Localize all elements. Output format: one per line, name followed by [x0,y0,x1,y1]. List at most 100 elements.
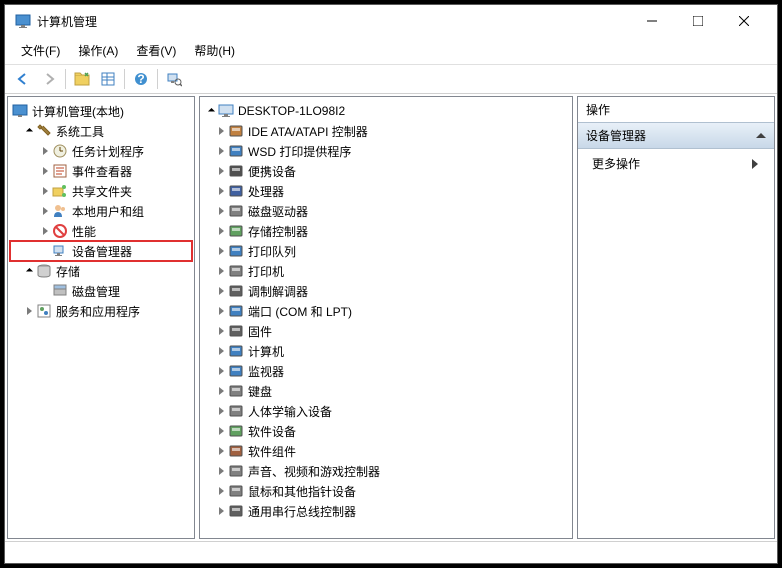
tree-item[interactable]: 性能 [10,221,192,241]
menu-view[interactable]: 查看(V) [128,39,184,62]
device-category[interactable]: 软件组件 [202,441,570,461]
device-category[interactable]: 端口 (COM 和 LPT) [202,301,570,321]
chevron-right-icon[interactable] [214,444,228,458]
chevron-right-icon[interactable] [22,304,36,318]
tree-item[interactable]: 共享文件夹 [10,181,192,201]
wrench-icon [36,123,52,139]
event-icon [52,163,68,179]
device-icon [228,243,244,259]
chevron-right-icon[interactable] [214,484,228,498]
menu-help[interactable]: 帮助(H) [186,39,243,62]
device-category[interactable]: 监视器 [202,361,570,381]
clock-icon [52,143,68,159]
minimize-button[interactable] [629,6,675,36]
device-category[interactable]: 通用串行总线控制器 [202,501,570,521]
chevron-right-icon[interactable] [214,424,228,438]
chevron-right-icon[interactable] [214,144,228,158]
chevron-right-icon[interactable] [214,384,228,398]
tree-storage[interactable]: 存储 [10,261,192,281]
chevron-right-icon [752,159,760,169]
chevron-right-icon[interactable] [214,204,228,218]
device-category[interactable]: 便携设备 [202,161,570,181]
chevron-right-icon[interactable] [214,124,228,138]
navigation-tree[interactable]: 计算机管理(本地) 系统工具 任务计划程序 事件查看器 共享文件夹 本地用户和组… [7,96,195,539]
users-icon [52,203,68,219]
tree-root[interactable]: 计算机管理(本地) [10,101,192,121]
disk-mgmt-icon [52,283,68,299]
device-category[interactable]: 鼠标和其他指针设备 [202,481,570,501]
chevron-right-icon[interactable] [214,164,228,178]
folder-button[interactable] [70,67,94,91]
device-icon [228,343,244,359]
detail-view-button[interactable] [96,67,120,91]
device-category[interactable]: WSD 打印提供程序 [202,141,570,161]
tree-item[interactable]: 任务计划程序 [10,141,192,161]
tree-services[interactable]: 服务和应用程序 [10,301,192,321]
menu-operations[interactable]: 操作(A) [70,39,126,62]
device-category[interactable]: 人体学输入设备 [202,401,570,421]
actions-pane: 操作 设备管理器 更多操作 [577,96,775,539]
device-category[interactable]: 固件 [202,321,570,341]
help-button[interactable]: ? [129,67,153,91]
app-icon [15,13,31,29]
more-actions[interactable]: 更多操作 [578,149,774,178]
menu-file[interactable]: 文件(F) [13,39,68,62]
chevron-down-icon[interactable] [22,264,36,278]
chevron-right-icon[interactable] [214,184,228,198]
device-icon [228,163,244,179]
chevron-right-icon[interactable] [214,324,228,338]
device-category[interactable]: 磁盘驱动器 [202,201,570,221]
device-icon [228,283,244,299]
chevron-right-icon[interactable] [214,344,228,358]
tree-device-manager[interactable]: 设备管理器 [10,241,192,261]
device-category[interactable]: 存储控制器 [202,221,570,241]
device-category[interactable]: 打印队列 [202,241,570,261]
device-category[interactable]: 打印机 [202,261,570,281]
chevron-right-icon[interactable] [214,264,228,278]
chevron-down-icon[interactable] [204,104,218,118]
computer-icon [218,103,234,119]
chevron-right-icon[interactable] [38,224,52,238]
chevron-right-icon[interactable] [214,284,228,298]
tree-item[interactable]: 本地用户和组 [10,201,192,221]
device-category[interactable]: 计算机 [202,341,570,361]
chevron-down-icon[interactable] [22,124,36,138]
device-category[interactable]: 声音、视频和游戏控制器 [202,461,570,481]
statusbar [5,541,777,563]
device-category[interactable]: IDE ATA/ATAPI 控制器 [202,121,570,141]
tree-systools[interactable]: 系统工具 [10,121,192,141]
chevron-right-icon[interactable] [214,364,228,378]
mmc-icon [12,103,28,119]
window-title: 计算机管理 [37,13,629,30]
device-manager-icon [52,243,68,259]
device-icon [228,363,244,379]
device-icon [228,503,244,519]
tree-item[interactable]: 磁盘管理 [10,281,192,301]
collapse-icon[interactable] [756,131,766,141]
chevron-right-icon[interactable] [214,224,228,238]
actions-category[interactable]: 设备管理器 [578,122,774,149]
chevron-right-icon[interactable] [214,504,228,518]
chevron-right-icon[interactable] [214,464,228,478]
content-area: 计算机管理(本地) 系统工具 任务计划程序 事件查看器 共享文件夹 本地用户和组… [5,93,777,541]
chevron-right-icon[interactable] [214,304,228,318]
forward-button[interactable] [37,67,61,91]
device-category[interactable]: 处理器 [202,181,570,201]
device-category[interactable]: 软件设备 [202,421,570,441]
chevron-right-icon[interactable] [214,244,228,258]
device-tree[interactable]: DESKTOP-1LO98I2 IDE ATA/ATAPI 控制器WSD 打印提… [199,96,573,539]
device-root[interactable]: DESKTOP-1LO98I2 [202,101,570,121]
scan-button[interactable] [162,67,186,91]
close-button[interactable] [721,6,767,36]
chevron-right-icon[interactable] [38,204,52,218]
device-category[interactable]: 键盘 [202,381,570,401]
device-category[interactable]: 调制解调器 [202,281,570,301]
tree-item[interactable]: 事件查看器 [10,161,192,181]
back-button[interactable] [11,67,35,91]
share-icon [52,183,68,199]
chevron-right-icon[interactable] [214,404,228,418]
chevron-right-icon[interactable] [38,184,52,198]
chevron-right-icon[interactable] [38,144,52,158]
chevron-right-icon[interactable] [38,164,52,178]
maximize-button[interactable] [675,6,721,36]
